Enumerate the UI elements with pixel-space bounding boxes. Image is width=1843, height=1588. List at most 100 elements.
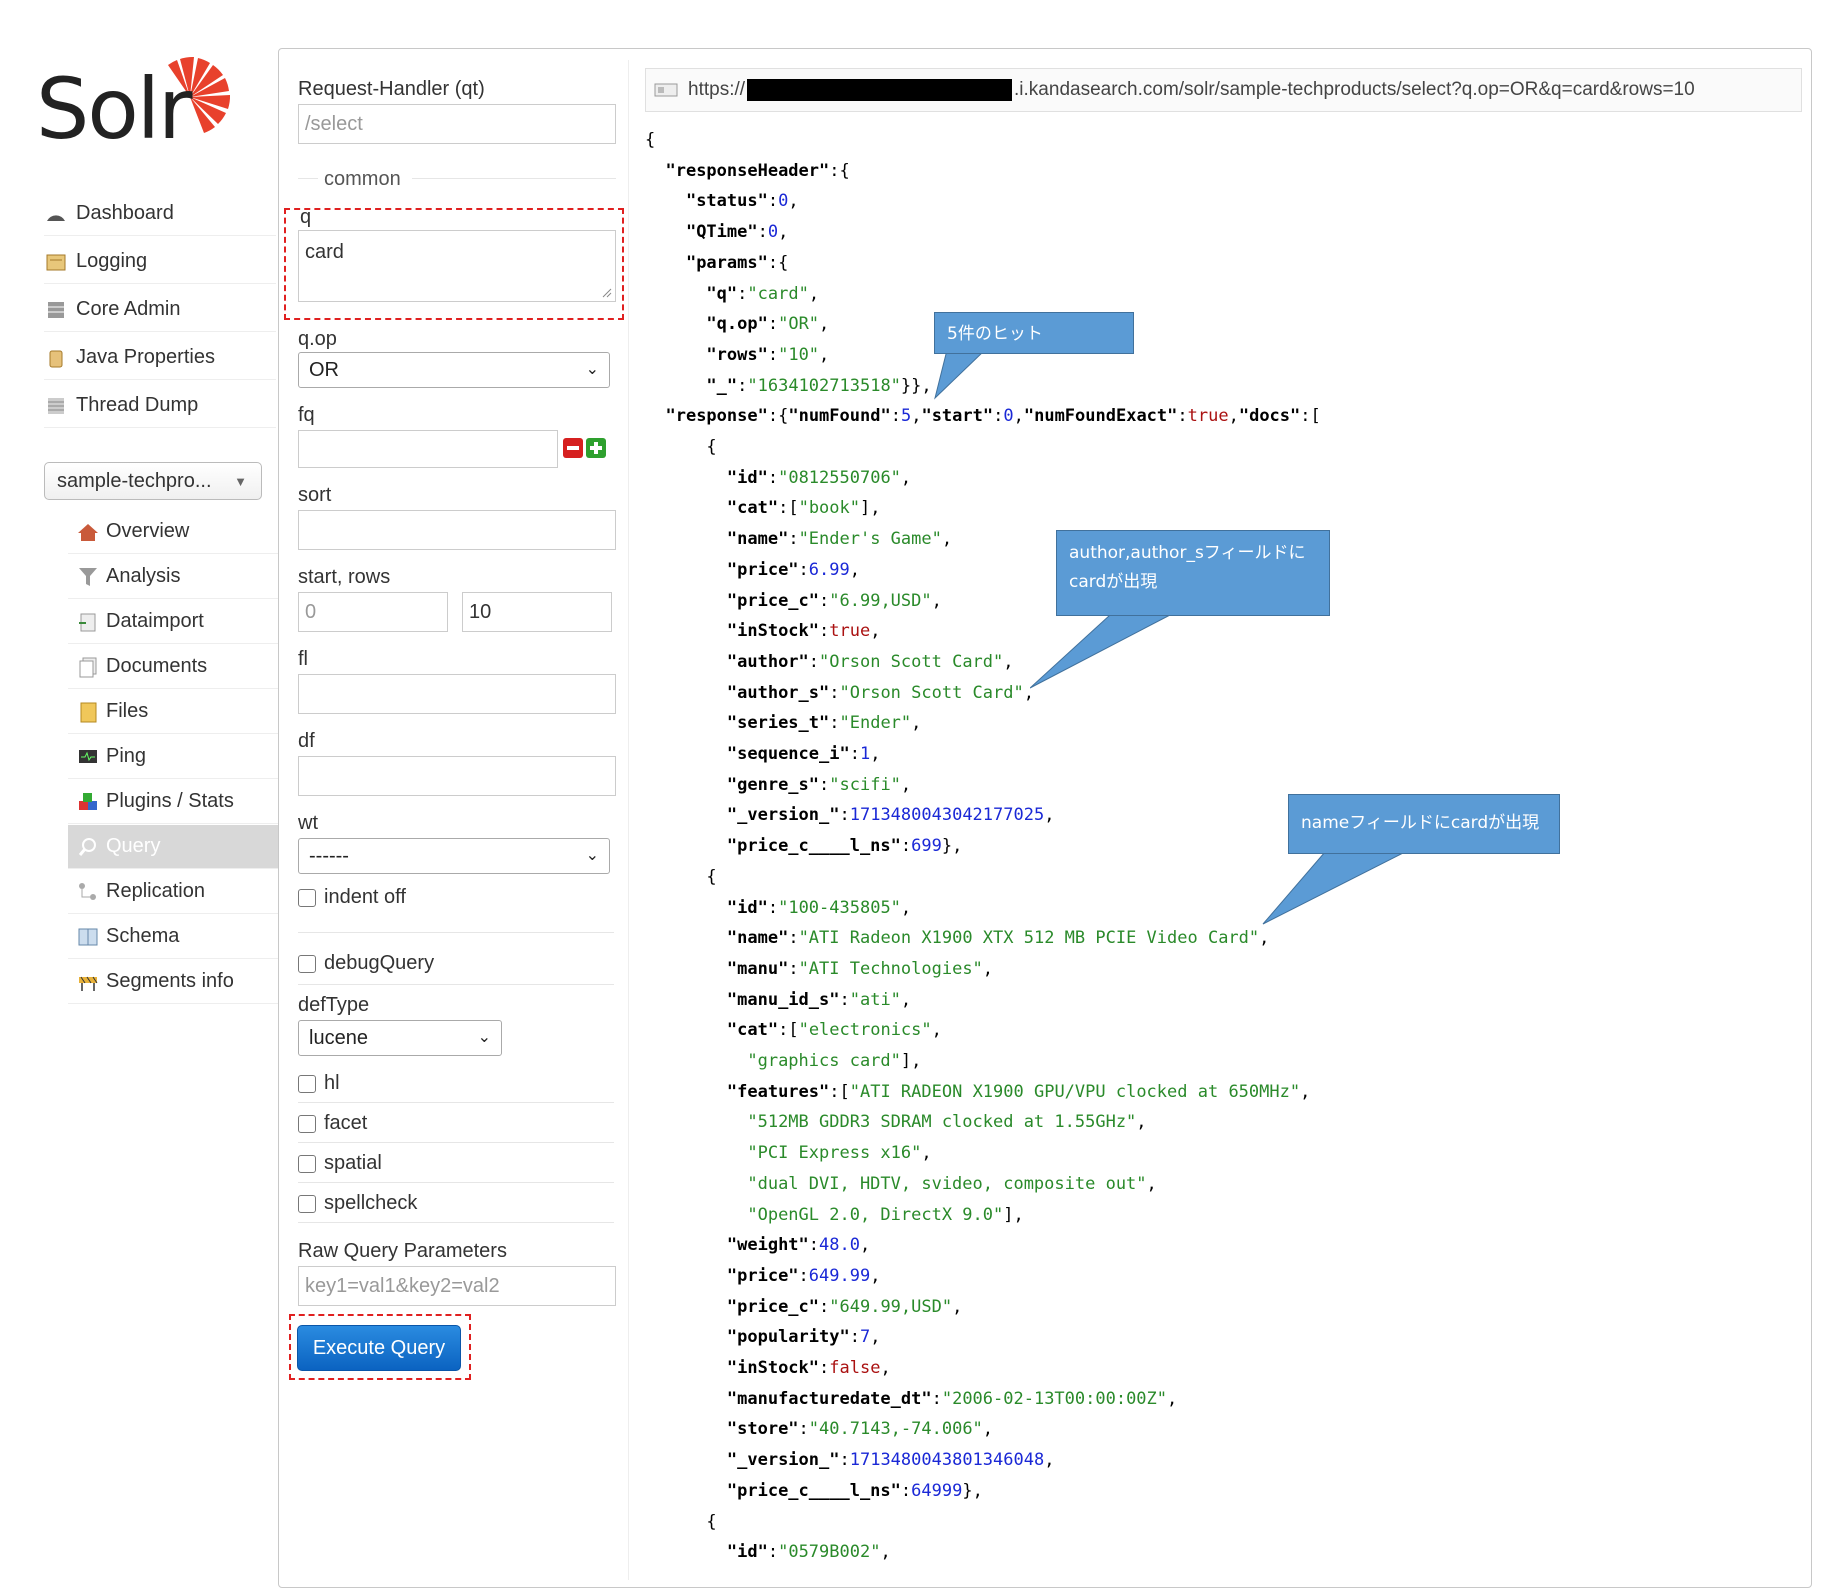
json-line: "inStock":true, — [726, 621, 881, 641]
core-item-ping[interactable]: Ping — [68, 735, 278, 779]
core-item-overview[interactable]: Overview — [68, 510, 278, 554]
spatial-label: spatial — [324, 1152, 382, 1174]
json-line: "store":"40.7143,-74.006", — [726, 1419, 994, 1439]
checkbox-box[interactable] — [298, 1154, 316, 1173]
sidebar-item-label: Dashboard — [76, 202, 174, 224]
core-item-analysis[interactable]: Analysis — [68, 555, 278, 599]
json-line: "name":"Ender's Game", — [726, 529, 953, 549]
df-label: df — [298, 730, 315, 752]
handler-input[interactable]: /select — [298, 104, 616, 144]
debugquery-checkbox[interactable]: debugQuery — [298, 952, 434, 975]
sort-input[interactable] — [298, 510, 616, 550]
core-item-label: Analysis — [106, 565, 181, 587]
json-line: "PCI Express x16", — [747, 1143, 932, 1163]
q-value: card — [305, 241, 344, 263]
raw-params-input[interactable]: key1=val1&key2=val2 — [298, 1266, 616, 1306]
core-selector-value: sample-techpro... — [57, 469, 212, 492]
core-item-query[interactable]: Query — [68, 825, 278, 869]
core-selector[interactable]: sample-techpro... ▼ — [44, 462, 262, 500]
json-line: "status":0, — [685, 191, 799, 211]
checkbox-box[interactable] — [298, 1114, 316, 1133]
hl-checkbox[interactable]: hl — [298, 1072, 340, 1095]
request-url-bar[interactable]: https:// .i.kandasearch.com/solr/sample-… — [645, 68, 1802, 112]
url-link-icon — [654, 83, 678, 97]
author-callout-line2: cardが出現 — [1069, 572, 1158, 592]
divider — [298, 932, 614, 933]
handler-placeholder: /select — [305, 112, 363, 135]
json-line: "_":"1634102713518"}}, — [706, 376, 932, 396]
rows-input[interactable]: 10 — [462, 592, 612, 632]
raw-params-placeholder: key1=val1&key2=val2 — [305, 1274, 500, 1297]
json-line: "response":{"numFound":5,"start":0,"numF… — [665, 406, 1321, 426]
json-line: "QTime":0, — [685, 222, 789, 242]
divider — [298, 1102, 614, 1103]
start-input[interactable]: 0 — [298, 592, 448, 632]
facet-label: facet — [324, 1112, 368, 1134]
qop-label: q.op — [298, 328, 337, 350]
checkbox-box[interactable] — [298, 954, 316, 973]
json-line: "params":{ — [685, 253, 789, 273]
wt-select[interactable]: ------ ⌄ — [298, 838, 610, 874]
indent-label: indent off — [324, 886, 406, 908]
json-line: "price_c____l_ns":699}, — [726, 836, 963, 856]
hl-label: hl — [324, 1072, 340, 1094]
url-prefix: https:// — [688, 79, 746, 100]
json-line: { — [645, 437, 717, 457]
indent-checkbox[interactable]: indent off — [298, 886, 406, 909]
checkbox-box[interactable] — [298, 1074, 316, 1093]
divider — [298, 1182, 614, 1183]
add-fq-button[interactable] — [586, 438, 606, 458]
qop-select[interactable]: OR ⌄ — [298, 352, 610, 388]
logging-icon — [44, 251, 68, 273]
fq-label: fq — [298, 404, 315, 426]
deftype-value: lucene — [309, 1026, 368, 1049]
core-item-schema[interactable]: Schema — [68, 915, 278, 959]
spatial-checkbox[interactable]: spatial — [298, 1152, 382, 1175]
core-item-label: Files — [106, 700, 149, 722]
core-item-segments[interactable]: Segments info — [68, 960, 278, 1004]
df-input[interactable] — [298, 756, 616, 796]
sidebar-item-label: Thread Dump — [76, 394, 199, 416]
json-line: "manu_id_s":"ati", — [726, 990, 912, 1010]
fl-input[interactable] — [298, 674, 616, 714]
author-callout-line1: author,author_sフィールドに — [1069, 543, 1306, 563]
query-icon — [76, 836, 100, 858]
raw-params-label: Raw Query Parameters — [298, 1240, 507, 1262]
sidebar-item-dashboard[interactable]: Dashboard — [44, 192, 276, 236]
json-line: "price_c____l_ns":64999}, — [726, 1481, 983, 1501]
files-icon — [76, 701, 100, 723]
fq-input[interactable] — [298, 430, 558, 468]
author-callout: author,author_sフィールドに cardが出現 — [1056, 530, 1330, 616]
q-input[interactable]: card — [298, 230, 616, 302]
facet-checkbox[interactable]: facet — [298, 1112, 367, 1135]
sidebar-item-thread-dump[interactable]: Thread Dump — [44, 384, 276, 428]
name-callout: nameフィールドにcardが出現 — [1288, 794, 1560, 854]
overview-icon — [76, 521, 100, 543]
core-item-dataimport[interactable]: Dataimport — [68, 600, 278, 644]
wt-value: ------ — [309, 844, 349, 867]
execute-query-button[interactable]: Execute Query — [297, 1325, 461, 1371]
core-item-documents[interactable]: Documents — [68, 645, 278, 689]
spellcheck-checkbox[interactable]: spellcheck — [298, 1192, 417, 1215]
segments-icon — [76, 971, 100, 993]
qop-value: OR — [309, 358, 339, 381]
sidebar-item-label: Logging — [76, 250, 148, 272]
sidebar-item-label: Core Admin — [76, 298, 181, 320]
remove-fq-button[interactable] — [563, 438, 583, 458]
sidebar-item-logging[interactable]: Logging — [44, 240, 276, 284]
json-line: "id":"0579B002", — [726, 1542, 891, 1562]
minus-icon — [567, 446, 579, 450]
sidebar-item-java-properties[interactable]: Java Properties — [44, 336, 276, 380]
core-item-plugins[interactable]: Plugins / Stats — [68, 780, 278, 824]
sidebar-item-core-admin[interactable]: Core Admin — [44, 288, 276, 332]
json-line: { — [645, 130, 656, 150]
checkbox-box[interactable] — [298, 888, 316, 907]
core-item-replication[interactable]: Replication — [68, 870, 278, 914]
deftype-select[interactable]: lucene ⌄ — [298, 1020, 502, 1056]
json-line: "author_s":"Orson Scott Card", — [726, 683, 1034, 703]
core-item-files[interactable]: Files — [68, 690, 278, 734]
checkbox-box[interactable] — [298, 1194, 316, 1213]
json-line: "inStock":false, — [726, 1358, 891, 1378]
documents-icon — [76, 656, 100, 678]
resize-handle-icon — [602, 288, 612, 298]
